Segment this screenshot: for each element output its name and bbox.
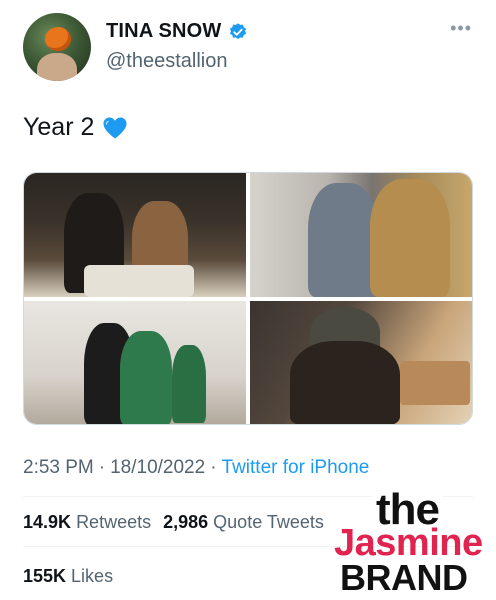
likes-label: Likes	[71, 566, 114, 586]
name-row: TINA SNOW	[106, 20, 248, 43]
photo-2-figure-b	[370, 179, 450, 297]
retweets-label: Retweets	[76, 512, 152, 532]
likes-count: 155K	[23, 566, 67, 586]
meta-separator: ·	[98, 457, 106, 478]
retweets-stat[interactable]: 14.9K Retweets	[23, 512, 151, 532]
tweet-meta: 2:53 PM · 18/10/2022 · Twitter for iPhone	[23, 457, 369, 479]
photo-4-figure	[290, 341, 400, 424]
user-handle[interactable]: @theestallion	[106, 50, 227, 73]
verified-badge-icon	[228, 22, 248, 42]
tweet-date[interactable]: 18/10/2022	[110, 457, 205, 478]
blue-heart-icon	[102, 116, 128, 140]
photo-3[interactable]	[24, 301, 246, 424]
avatar[interactable]	[23, 13, 91, 81]
more-options-icon[interactable]: •••	[450, 18, 472, 39]
tweet-text: Year 2	[23, 113, 128, 142]
watermark-line-3: BRAND	[340, 557, 468, 598]
media-grid	[23, 172, 473, 425]
tweet-time[interactable]: 2:53 PM	[23, 457, 94, 478]
photo-4-table	[400, 361, 470, 405]
meta-separator-2: ·	[210, 457, 217, 478]
photo-1[interactable]	[24, 173, 246, 297]
watermark-logo: the Jasmine BRAND	[300, 488, 496, 598]
photo-2-figure-a	[308, 183, 378, 297]
photo-2[interactable]	[250, 173, 472, 297]
retweets-count: 14.9K	[23, 512, 72, 532]
avatar-figure	[37, 53, 77, 81]
photo-1-table	[84, 265, 194, 297]
tweet-source-link[interactable]: Twitter for iPhone	[222, 457, 370, 478]
photo-3-figure-b	[120, 331, 172, 424]
tweet-text-content: Year 2	[23, 113, 95, 141]
display-name[interactable]: TINA SNOW	[106, 20, 222, 43]
quotes-count: 2,986	[163, 512, 209, 532]
likes-stat[interactable]: 155K Likes	[23, 566, 113, 587]
photo-4[interactable]	[250, 301, 472, 424]
tweet-card: TINA SNOW @theestallion ••• Year 2 2:53 …	[0, 0, 496, 600]
photo-3-reflection	[172, 345, 206, 423]
engagement-stats: 14.9K Retweets 2,986 Quote Tweets	[23, 512, 324, 533]
pumpkin-icon	[45, 27, 71, 51]
